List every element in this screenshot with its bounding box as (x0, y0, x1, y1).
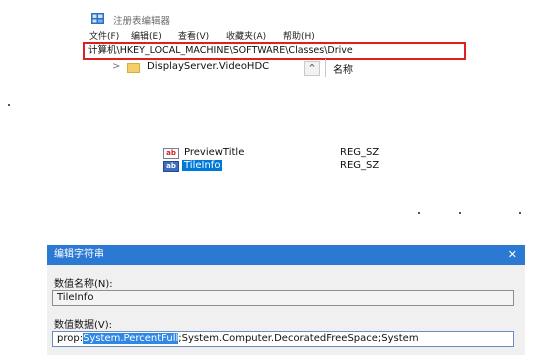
edit-string-dialog: 编辑字符串 ✕ 数值名称(N): TileInfo 数值数据(V): prop:… (47, 245, 525, 355)
tree-item-label: DisplayServer.VideoHDC (147, 61, 270, 72)
dialog-title: 编辑字符串 (54, 249, 104, 260)
value-type: REG_SZ (340, 160, 380, 171)
column-header-name[interactable]: 名称 (333, 61, 353, 76)
value-data-label: 数值数据(V): (54, 320, 113, 331)
value-name-label: 数值名称(N): (54, 279, 113, 290)
value-row-tileinfo[interactable]: ab TileInfo REG_SZ (163, 160, 403, 174)
menu-view[interactable]: 查看(V) (178, 29, 209, 42)
close-icon[interactable]: ✕ (508, 245, 517, 265)
menu-favorites[interactable]: 收藏夹(A) (226, 29, 266, 42)
menu-file[interactable]: 文件(F) (89, 29, 119, 42)
artifact-dot (519, 212, 521, 214)
scroll-up-icon[interactable]: ^ (304, 61, 320, 76)
value-name: PreviewTitle (184, 147, 245, 158)
value-type: REG_SZ (340, 147, 380, 158)
value-name: TileInfo (182, 160, 223, 171)
dialog-titlebar: 编辑字符串 ✕ (47, 245, 525, 265)
string-value-icon: ab (163, 148, 179, 159)
menu-help[interactable]: 帮助(H) (283, 29, 315, 42)
folder-icon (127, 63, 140, 73)
chevron-right-icon[interactable]: > (112, 61, 120, 72)
menu-bar: 文件(F) 编辑(E) 查看(V) 收藏夹(A) 帮助(H) (89, 29, 389, 43)
regedit-titlebar: 注册表编辑器 (91, 10, 371, 28)
address-bar[interactable]: 计算机\HKEY_LOCAL_MACHINE\SOFTWARE\Classes\… (83, 42, 466, 60)
value-name-field[interactable]: TileInfo (52, 290, 514, 306)
artifact-dot (8, 104, 10, 106)
window-title: 注册表编辑器 (113, 16, 171, 27)
value-data-rest: ;System.Computer.DecoratedFreeSpace;Syst… (178, 333, 419, 344)
value-data-selection: System.PercentFull (83, 333, 179, 344)
artifact-dot (418, 212, 420, 214)
value-data-prefix: prop: (57, 333, 84, 344)
column-divider[interactable] (325, 59, 326, 77)
menu-edit[interactable]: 编辑(E) (131, 29, 162, 42)
tree-item-displayserver[interactable]: > DisplayServer.VideoHDC ^ (100, 61, 330, 76)
binary-value-icon: ab (163, 161, 179, 172)
artifact-dot (459, 212, 461, 214)
value-data-field[interactable]: prop:System.PercentFull;System.Computer.… (52, 331, 514, 347)
registry-editor-icon (91, 13, 104, 24)
